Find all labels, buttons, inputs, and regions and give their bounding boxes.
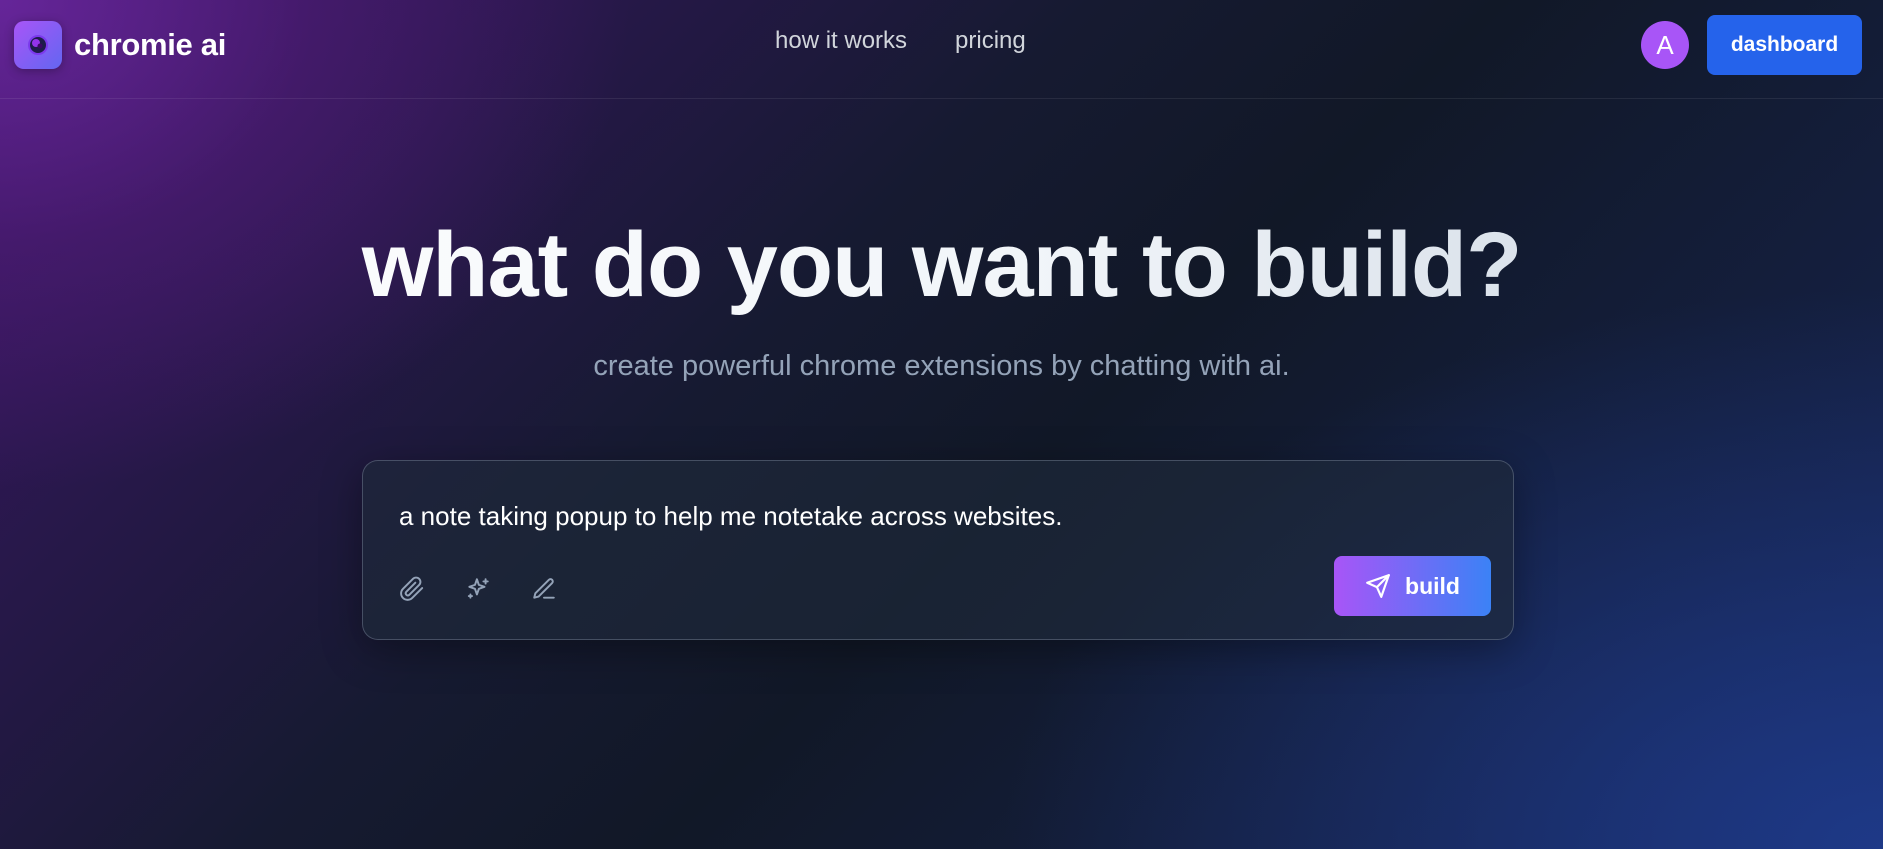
- nav-link-pricing[interactable]: pricing: [955, 27, 1026, 55]
- brand-name: chromie ai: [74, 27, 227, 62]
- build-button[interactable]: build: [1334, 556, 1491, 616]
- main-nav: how it works pricing: [775, 27, 1026, 55]
- sparkles-icon[interactable]: [465, 576, 491, 602]
- prompt-input[interactable]: [399, 501, 1459, 532]
- pencil-icon[interactable]: [531, 576, 557, 602]
- send-icon: [1366, 574, 1390, 598]
- chromie-logo-icon: [14, 21, 62, 69]
- prompt-tools: [399, 576, 557, 602]
- user-avatar[interactable]: A: [1641, 21, 1689, 69]
- nav-link-how-it-works[interactable]: how it works: [775, 27, 907, 55]
- prompt-box: build: [362, 460, 1514, 640]
- hero-subtitle: create powerful chrome extensions by cha…: [593, 350, 1290, 382]
- dashboard-button[interactable]: dashboard: [1707, 15, 1862, 75]
- build-button-label: build: [1405, 572, 1460, 599]
- paperclip-icon[interactable]: [399, 576, 425, 602]
- top-nav-bar: chromie ai how it works pricing A dashbo…: [0, 0, 1883, 99]
- hero-title: what do you want to build?: [0, 214, 1883, 316]
- brand-logo-link[interactable]: chromie ai: [14, 21, 226, 69]
